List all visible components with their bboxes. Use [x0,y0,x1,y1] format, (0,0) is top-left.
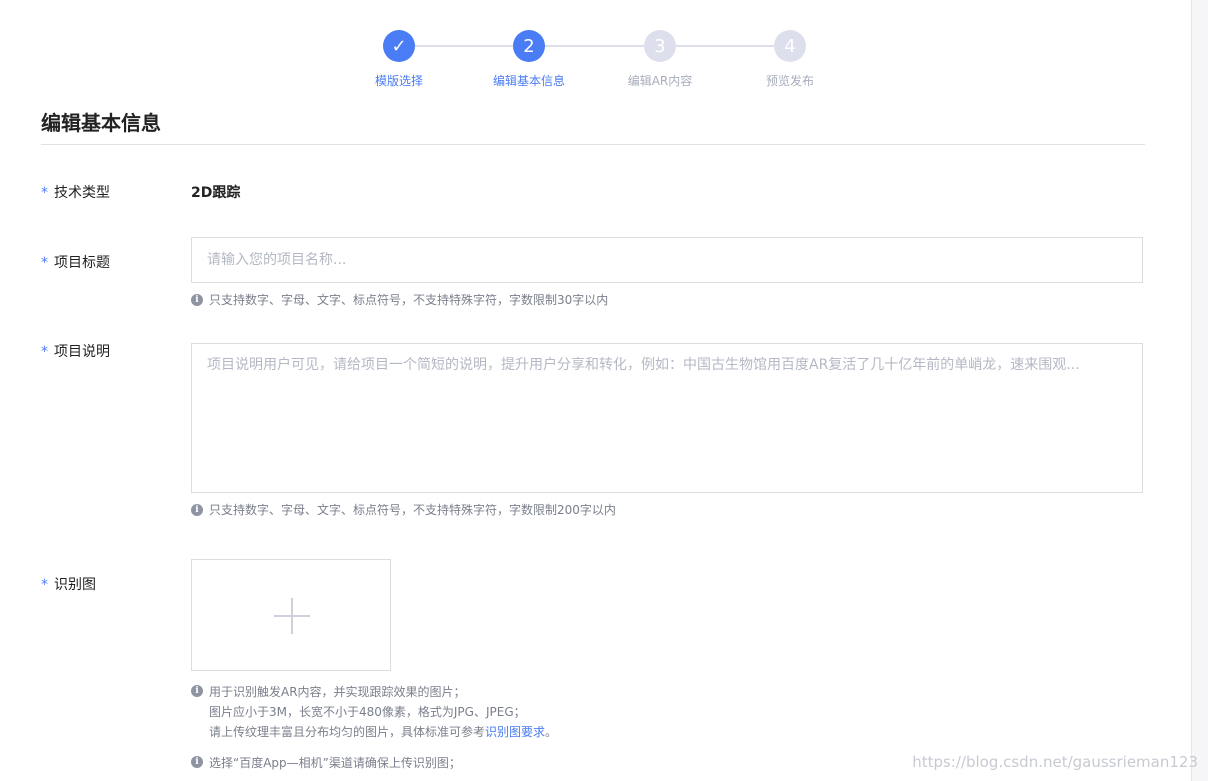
step-label: 编辑基本信息 [492,74,565,88]
image-upload-button[interactable] [191,559,391,671]
project-desc-label: * 项目说明 [41,344,110,360]
info-icon: i [191,685,203,697]
required-mark: * [41,255,48,271]
step-edit-ar-content: 3 编辑AR内容 [590,30,730,89]
watermark: https://blog.csdn.net/gaussrieman123 [912,753,1198,771]
step-preview-publish: 4 预览发布 [720,30,860,89]
check-icon: ✓ [383,30,415,62]
recognition-image-label: * 识别图 [41,577,96,593]
info-icon: i [191,504,203,516]
required-mark: * [41,344,48,360]
project-title-input[interactable] [191,237,1143,283]
info-icon: i [191,294,203,306]
required-mark: * [41,185,48,201]
scrollbar-track[interactable] [1191,0,1208,781]
project-title-hint: i 只支持数字、字母、文字、标点符号，不支持特殊字符，字数限制30字以内 [191,291,608,309]
step-edit-basic-info[interactable]: 2 编辑基本信息 [459,30,599,89]
progress-steps: ✓ 模版选择 2 编辑基本信息 3 编辑AR内容 4 预览发布 [330,30,870,90]
page-title: 编辑基本信息 [41,111,161,135]
project-desc-hint: i 只支持数字、字母、文字、标点符号，不支持特殊字符，字数限制200字以内 [191,501,616,519]
step-number: 3 [644,30,676,62]
required-mark: * [41,577,48,593]
divider [41,144,1145,145]
step-label: 模版选择 [374,74,423,88]
step-number: 4 [774,30,806,62]
info-icon: i [191,756,203,768]
channel-hint: i 选择“百度App—相机”渠道请确保上传识别图； [191,753,461,773]
project-title-label: * 项目标题 [41,255,110,271]
tech-type-value: 2D跟踪 [191,185,241,201]
project-desc-textarea[interactable] [191,343,1143,493]
recognition-image-hint: i 用于识别触发AR内容，并实现跟踪效果的图片； 图片应小于3M，长宽不小于48… [191,682,557,742]
tech-type-label: * 技术类型 [41,185,110,201]
recognition-image-requirements-link[interactable]: 识别图要求 [485,725,545,739]
step-template-select[interactable]: ✓ 模版选择 [329,30,469,89]
plus-icon [291,598,293,634]
step-label: 预览发布 [765,74,814,88]
step-label: 编辑AR内容 [627,74,693,88]
step-number: 2 [513,30,545,62]
